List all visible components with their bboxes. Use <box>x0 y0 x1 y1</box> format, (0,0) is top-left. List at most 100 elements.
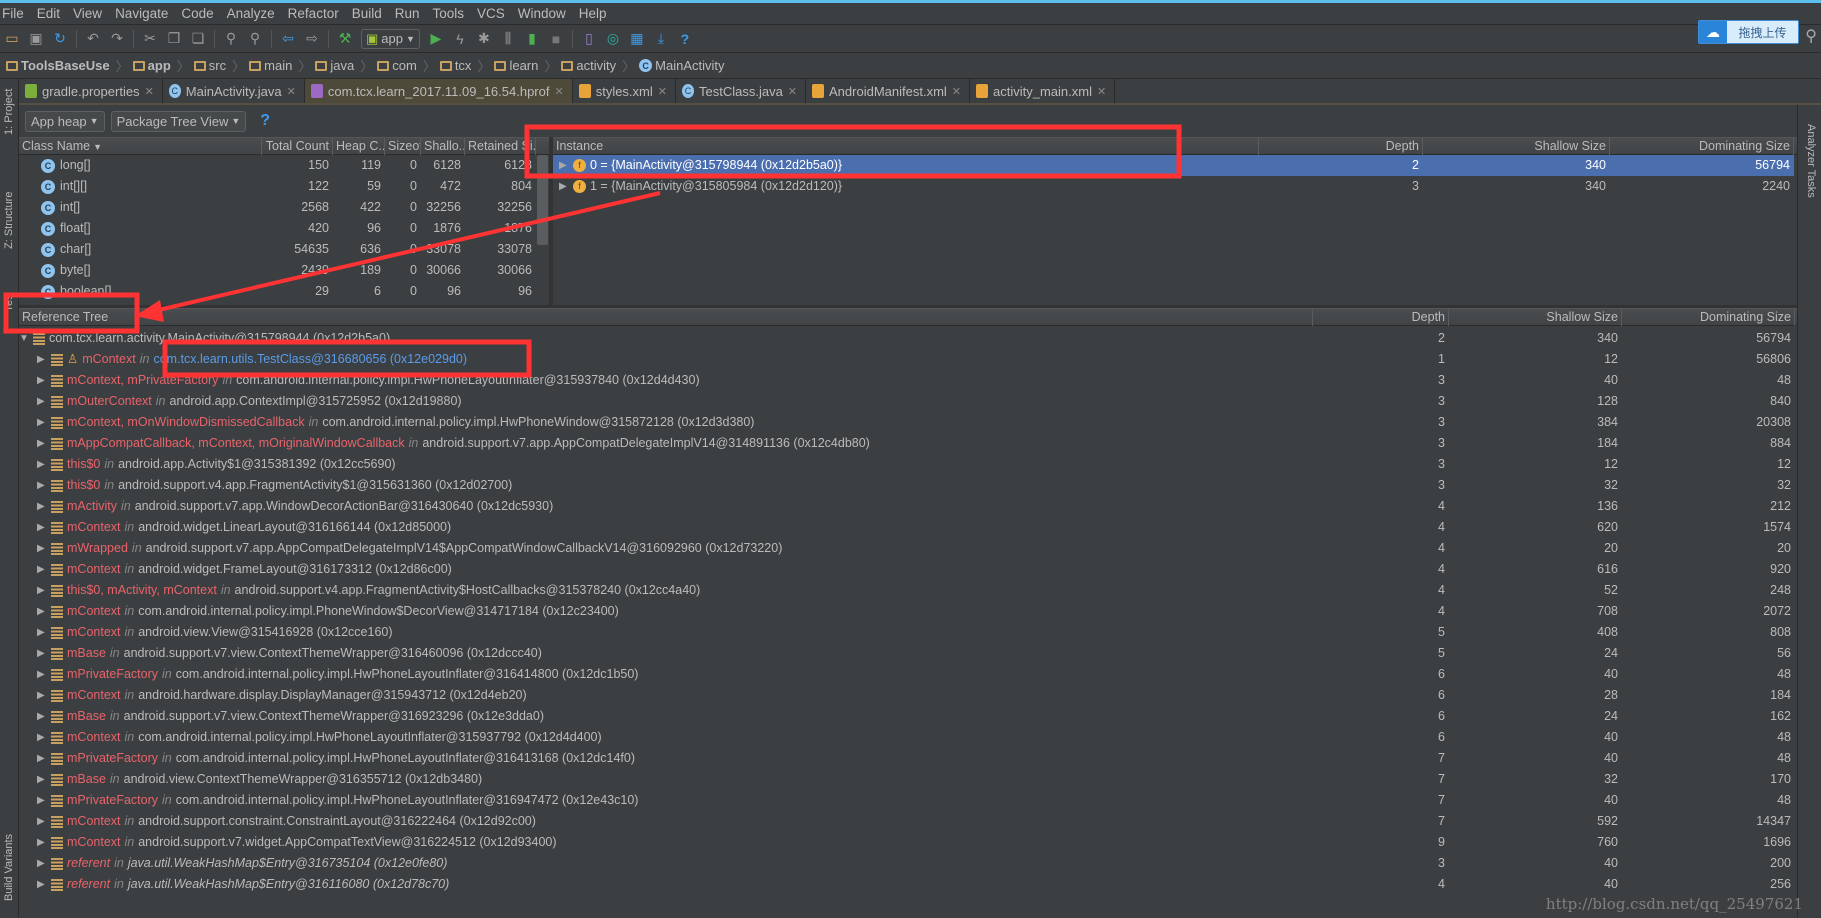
expand-arrow-icon[interactable]: ▶ <box>37 517 51 538</box>
redo-icon[interactable]: ↷ <box>109 30 125 47</box>
run-icon[interactable]: ▶ <box>428 30 444 47</box>
column-header[interactable]: Retained Si... <box>465 138 536 155</box>
sdk-manager-icon[interactable]: ⤓ <box>653 30 669 47</box>
reference-row[interactable]: ▶ this$0 in android.app.Activity$1@31538139… <box>19 454 1797 475</box>
copy-icon[interactable]: ❐ <box>166 30 182 47</box>
reference-row[interactable]: ▶ mContext in android.widget.LinearLayout@3… <box>19 517 1797 538</box>
reference-row[interactable]: ▶ referent in java.util.WeakHashMap$Entry@3… <box>19 874 1797 895</box>
expand-arrow-icon[interactable]: ▶ <box>37 706 51 727</box>
column-header[interactable]: Instance <box>553 138 1259 155</box>
view-select[interactable]: Package Tree View ▼ <box>110 110 247 132</box>
column-header[interactable]: Dominating Size <box>1622 309 1795 326</box>
attach-debugger-icon[interactable]: ▮ <box>524 30 540 47</box>
reference-row[interactable]: ▶ mPrivateFactory in com.android.internal.p… <box>19 664 1797 685</box>
reference-row[interactable]: ▶ mContext, mPrivateFactory in com.android.… <box>19 370 1797 391</box>
column-header[interactable]: Shallo... <box>421 138 465 155</box>
menu-tools[interactable]: Tools <box>433 6 465 21</box>
expand-arrow-icon[interactable]: ▶ <box>37 601 51 622</box>
reference-row[interactable]: ▶ mContext in android.hardware.display.Disp… <box>19 685 1797 706</box>
column-header[interactable]: Reference Tree <box>19 309 1313 326</box>
save-icon[interactable]: ▣ <box>28 30 44 47</box>
paste-icon[interactable]: ❏ <box>190 30 206 47</box>
expand-arrow-icon[interactable]: ▶ <box>37 559 51 580</box>
reference-row[interactable]: ▶ mContext in android.support.v7.widget.App… <box>19 832 1797 853</box>
expand-arrow-icon[interactable]: ▶ <box>37 811 51 832</box>
expand-arrow-icon[interactable]: ▶ <box>559 155 573 176</box>
editor-tab[interactable]: gradle.properties ✕ <box>19 79 163 103</box>
close-tab-icon[interactable]: ✕ <box>145 85 154 98</box>
menu-help[interactable]: Help <box>579 6 607 21</box>
column-header[interactable]: Shallow Size <box>1423 138 1610 155</box>
close-tab-icon[interactable]: ✕ <box>788 85 797 98</box>
menu-window[interactable]: Window <box>518 6 566 21</box>
expand-arrow-icon[interactable]: ▶ <box>37 349 51 370</box>
instance-row[interactable]: ▶ f 0 = {MainActivity@315798944 (0x12d2b5a… <box>553 155 1794 176</box>
close-tab-icon[interactable]: ✕ <box>554 85 563 98</box>
reference-row[interactable]: ▶ mPrivateFactory in com.android.internal.p… <box>19 748 1797 769</box>
reference-row[interactable]: ▶ referent in java.util.WeakHashMap$Entry@3… <box>19 853 1797 874</box>
reference-row[interactable]: ▶ this$0, mActivity, mContext in android.su… <box>19 580 1797 601</box>
class-row[interactable]: Cboolean[] 29 6 0 96 96 <box>19 281 535 302</box>
reference-row[interactable]: ▶ mContext in android.support.constraint.Co… <box>19 811 1797 832</box>
build-variants-panel-tab[interactable]: Build Variants <box>3 834 15 901</box>
run-config-select[interactable]: ▣ app ▼ <box>361 28 420 49</box>
project-panel-tab[interactable]: 1: Project <box>3 89 15 135</box>
breadcrumb-item[interactable]: tcx 〉 <box>439 56 490 75</box>
expand-arrow-icon[interactable]: ▶ <box>37 391 51 412</box>
structure-panel-tab[interactable]: Z: Structure <box>3 192 15 249</box>
class-row[interactable]: Clong[] 150 119 0 6128 6128 <box>19 155 535 176</box>
column-header[interactable]: Total Count <box>262 138 333 155</box>
editor-tab[interactable]: com.tcx.learn_2017.11.09_16.54.hprof ✕ <box>304 79 573 103</box>
menu-refactor[interactable]: Refactor <box>288 6 339 21</box>
instance-row[interactable]: ▶ f 1 = {MainActivity@315805984 (0x12d2d12… <box>553 176 1794 197</box>
expand-arrow-icon[interactable]: ▶ <box>37 538 51 559</box>
close-tab-icon[interactable]: ✕ <box>1097 85 1106 98</box>
editor-tab[interactable]: C MainActivity.java ✕ <box>163 79 305 103</box>
breadcrumb-item[interactable]: learn 〉 <box>494 56 557 75</box>
expand-arrow-icon[interactable]: ▶ <box>37 832 51 853</box>
debug-icon[interactable]: ✱ <box>476 30 492 47</box>
class-row[interactable]: Cfloat[] 420 96 0 1876 1876 <box>19 218 535 239</box>
forward-icon[interactable]: ⇨ <box>304 30 320 47</box>
breadcrumb-item[interactable]: com 〉 <box>377 56 436 75</box>
reference-tree-root[interactable]: ▼ com.tcx.learn.activity.MainActivity@315… <box>19 328 1797 349</box>
class-row[interactable]: Cint[][] 122 59 0 472 804 <box>19 176 535 197</box>
expand-arrow-icon[interactable]: ▶ <box>37 433 51 454</box>
reference-row[interactable]: ▶ mContext in com.android.internal.policy.i… <box>19 727 1797 748</box>
menu-build[interactable]: Build <box>352 6 382 21</box>
menu-navigate[interactable]: Navigate <box>115 6 168 21</box>
breadcrumb-item[interactable]: activity 〉 <box>561 56 635 75</box>
editor-tab[interactable]: C TestClass.java ✕ <box>676 79 807 103</box>
collapse-arrow-icon[interactable]: ▼ <box>19 328 33 349</box>
reference-row[interactable]: ▶ mContext, mOnWindowDismissedCallback in c… <box>19 412 1797 433</box>
class-table-scrollbar[interactable] <box>537 155 548 245</box>
reference-row[interactable]: ▶ mContext in android.widget.FrameLayout@31… <box>19 559 1797 580</box>
reference-row[interactable]: ▶ mOuterContext in android.app.ContextImpl@… <box>19 391 1797 412</box>
menu-vcs[interactable]: VCS <box>477 6 505 21</box>
reference-row[interactable]: ▶ mPrivateFactory in com.android.internal.p… <box>19 790 1797 811</box>
expand-arrow-icon[interactable]: ▶ <box>37 622 51 643</box>
column-header[interactable]: Depth <box>1313 309 1449 326</box>
expand-arrow-icon[interactable]: ▶ <box>37 580 51 601</box>
expand-arrow-icon[interactable]: ▶ <box>37 475 51 496</box>
expand-arrow-icon[interactable]: ▶ <box>37 685 51 706</box>
cut-icon[interactable]: ✂ <box>142 30 158 47</box>
expand-arrow-icon[interactable]: ▶ <box>37 412 51 433</box>
reference-row[interactable]: ▶ mWrapped in android.support.v7.app.AppCom… <box>19 538 1797 559</box>
close-tab-icon[interactable]: ✕ <box>658 85 667 98</box>
expand-arrow-icon[interactable]: ▶ <box>37 496 51 517</box>
menu-code[interactable]: Code <box>181 6 213 21</box>
undo-icon[interactable]: ↶ <box>85 30 101 47</box>
class-row[interactable]: Cint[] 2568 422 0 32256 32256 <box>19 197 535 218</box>
expand-arrow-icon[interactable]: ▶ <box>37 790 51 811</box>
reference-row[interactable]: ▶ this$0 in android.support.v4.app.Fragment… <box>19 475 1797 496</box>
stop-icon[interactable]: ■ <box>548 31 564 47</box>
reference-row[interactable]: ▶ mBase in android.view.ContextThemeWrapper… <box>19 769 1797 790</box>
ref-class-instance[interactable]: com.tcx.learn.utils.TestClass@316680656 … <box>153 352 467 366</box>
reference-row[interactable]: ▶ mBase in android.support.v7.view.ContextT… <box>19 706 1797 727</box>
column-header[interactable]: Shallow Size <box>1449 309 1622 326</box>
expand-arrow-icon[interactable]: ▶ <box>37 874 51 895</box>
breadcrumb-item[interactable]: app 〉 <box>132 56 190 75</box>
expand-arrow-icon[interactable]: ▶ <box>37 370 51 391</box>
expand-arrow-icon[interactable]: ▶ <box>37 748 51 769</box>
